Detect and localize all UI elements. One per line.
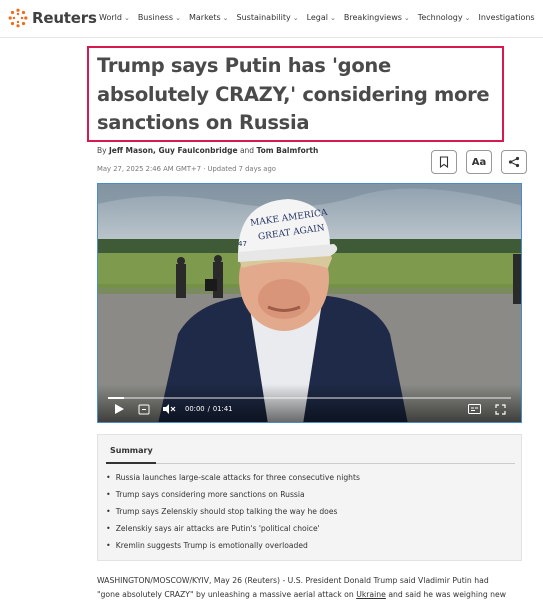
bullet-icon: • [106, 490, 111, 499]
body-line: WASHINGTON/MOSCOW/KYIV, May 26 (Reuters)… [97, 576, 489, 585]
body-text-segment: and said he was weighing new [385, 590, 507, 599]
article-actions: Aa [431, 150, 527, 174]
nav-investigations[interactable]: Investigations [478, 13, 534, 22]
play-button[interactable] [112, 403, 126, 415]
summary-active-underline [106, 462, 156, 464]
play-icon [114, 404, 124, 414]
text-size-button[interactable]: Aa [466, 150, 492, 174]
replay-10-icon [138, 404, 150, 414]
fullscreen-icon [494, 403, 506, 415]
summary-item: • Zelenskiy says air attacks are Putin's … [106, 523, 360, 540]
summary-item-text: Russia launches large-scale attacks for … [115, 473, 360, 482]
reuters-logo[interactable]: Reuters [8, 8, 97, 28]
mute-button[interactable] [162, 403, 176, 415]
summary-box: Summary • Russia launches large-scale att… [97, 434, 522, 561]
logo-wordmark: Reuters [32, 9, 97, 27]
bullet-icon: • [106, 524, 111, 533]
body-text-segment: "gone absolutely CRAZY" by unleashing a … [97, 590, 357, 599]
nav-label: World [99, 13, 122, 22]
share-button[interactable] [501, 150, 527, 174]
summary-item: • Russia launches large-scale attacks for… [106, 472, 360, 489]
summary-item-text: Trump says Zelenskiy should stop talking… [115, 507, 338, 516]
chevron-down-icon: ⌄ [292, 13, 299, 22]
bookmark-button[interactable] [431, 150, 457, 174]
nav-legal[interactable]: Legal ⌄ [307, 13, 336, 22]
chevron-down-icon: ⌄ [123, 13, 130, 22]
chevron-down-icon: ⌄ [175, 13, 181, 22]
nav-label: Legal [306, 13, 329, 22]
summary-item: • Trump says Zelenskiy should stop talkin… [106, 506, 360, 523]
bookmark-icon [439, 156, 449, 168]
summary-item-text: Kremlin suggests Trump is emotionally ov… [115, 541, 308, 550]
article-body: WASHINGTON/MOSCOW/KYIV, May 26 (Reuters)… [97, 574, 527, 600]
nav-technology[interactable]: Technology ⌄ [418, 13, 471, 22]
reuters-logo-icon [8, 8, 28, 28]
summary-title: Summary [110, 446, 153, 455]
author-link[interactable]: Tom Balmforth [256, 146, 318, 155]
summary-item-text: Trump says considering more sanctions on… [115, 490, 305, 499]
summary-item-text: Zelenskiy says air attacks are Putin's '… [115, 524, 320, 533]
nav-label: Breakingviews [343, 13, 402, 22]
article-headline: Trump says Putin has 'gone absolutely CR… [97, 54, 490, 134]
nav-business[interactable]: Business ⌄ [138, 13, 181, 22]
nav-label: Investigations [478, 13, 535, 22]
nav-label: Markets [188, 13, 221, 22]
video-time: 00:00 / 01:41 [185, 405, 232, 413]
bullet-icon: • [106, 473, 111, 482]
summary-divider [106, 463, 515, 464]
summary-list: • Russia launches large-scale attacks for… [106, 472, 360, 557]
byline-and: and [239, 146, 255, 155]
nav-breakingviews[interactable]: Breakingviews ⌄ [344, 13, 410, 22]
chevron-down-icon: ⌄ [403, 13, 410, 22]
nav-world[interactable]: World ⌄ [99, 13, 130, 22]
video-controls: 00:00 / 01:41 [98, 384, 521, 422]
author-link[interactable]: Jeff Mason, Guy Faulconbridge [109, 146, 238, 155]
summary-item: • Trump says considering more sanctions o… [106, 489, 360, 506]
nav-label: Technology [417, 13, 463, 22]
chevron-down-icon: ⌄ [222, 13, 229, 22]
bullet-icon: • [106, 541, 111, 550]
svg-text:47: 47 [238, 240, 247, 248]
fullscreen-button[interactable] [493, 403, 507, 415]
publish-date: May 27, 2025 2:46 AM GMT+7 · Updated 7 d… [97, 165, 276, 173]
share-icon [508, 156, 520, 168]
site-header: Reuters World ⌄ Business ⌄ Markets ⌄ Sustai… [0, 0, 543, 38]
duration: 01:41 [212, 405, 233, 413]
ukraine-link[interactable]: Ukraine [356, 590, 386, 599]
main-nav: World ⌄ Business ⌄ Markets ⌄ Sustainability… [99, 13, 543, 22]
current-time: 00:00 [185, 405, 205, 413]
volume-muted-icon [162, 404, 175, 414]
nav-sustainability[interactable]: Sustainability ⌄ [237, 13, 299, 22]
chevron-down-icon: ⌄ [330, 13, 336, 22]
nav-markets[interactable]: Markets ⌄ [189, 13, 229, 22]
body-line: "gone absolutely CRAZY" by unleashing a … [97, 588, 527, 600]
summary-item: • Kremlin suggests Trump is emotionally o… [106, 540, 360, 557]
replay-button[interactable] [137, 403, 151, 415]
time-separator: / [207, 405, 210, 413]
video-progress-fill [108, 397, 125, 399]
nav-label: Business [137, 13, 174, 22]
captions-icon [467, 404, 481, 414]
captions-button[interactable] [467, 403, 481, 415]
nav-label: Sustainability [236, 13, 291, 22]
byline: By Jeff Mason, Guy Faulconbridge and Tom… [97, 146, 318, 155]
chevron-down-icon: ⌄ [464, 13, 471, 22]
video-player[interactable]: MAKE AMERICA GREAT AGAIN 47 00:00 / 01:4… [97, 183, 522, 423]
byline-prefix: By [97, 146, 107, 155]
bullet-icon: • [106, 507, 111, 516]
video-progress-track[interactable] [108, 397, 511, 399]
